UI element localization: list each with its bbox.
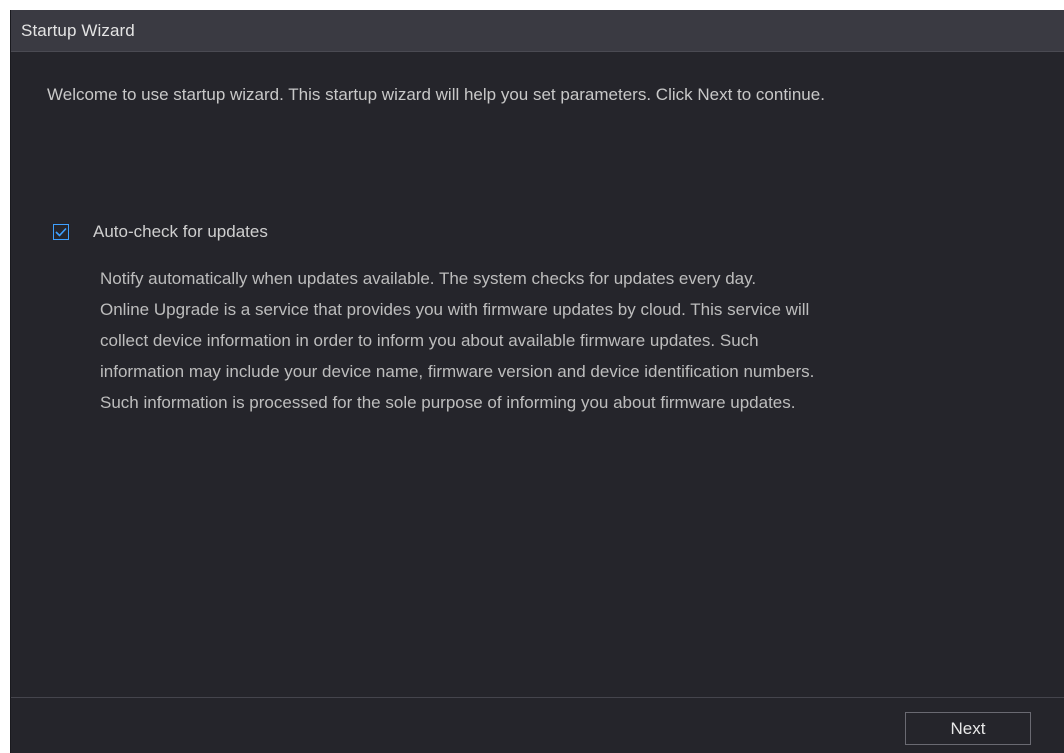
update-description: Notify automatically when updates availa…	[100, 263, 1020, 418]
description-line: collect device information in order to i…	[100, 331, 759, 350]
auto-check-option[interactable]: Auto-check for updates	[53, 222, 268, 242]
checkmark-icon	[55, 227, 67, 237]
description-line: Online Upgrade is a service that provide…	[100, 300, 810, 319]
startup-wizard-window: Startup Wizard Welcome to use startup wi…	[10, 10, 1064, 753]
title-bar: Startup Wizard	[11, 10, 1064, 52]
auto-check-checkbox[interactable]	[53, 224, 69, 240]
welcome-text: Welcome to use startup wizard. This star…	[47, 85, 825, 104]
window-title: Startup Wizard	[21, 20, 135, 40]
wizard-content: Welcome to use startup wizard. This star…	[11, 52, 1064, 697]
auto-check-label[interactable]: Auto-check for updates	[93, 222, 268, 242]
wizard-footer: Next	[11, 697, 1064, 753]
next-button[interactable]: Next	[905, 712, 1031, 745]
description-line: Notify automatically when updates availa…	[100, 269, 757, 288]
description-line: Such information is processed for the so…	[100, 393, 796, 412]
description-line: information may include your device name…	[100, 362, 815, 381]
